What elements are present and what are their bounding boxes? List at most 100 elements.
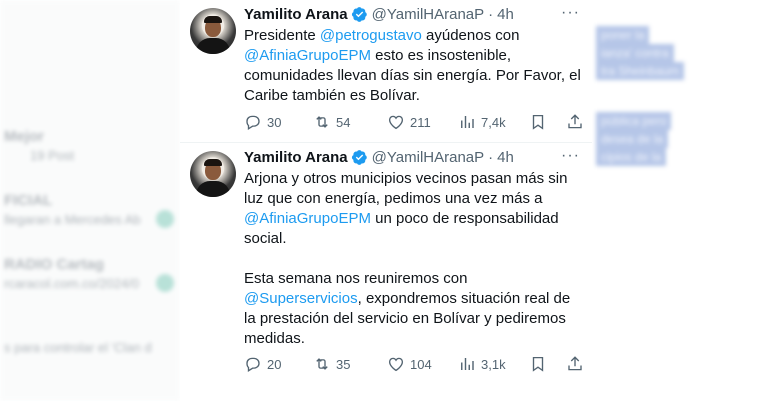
- more-options-icon[interactable]: ···: [561, 4, 580, 22]
- bg-right-text: pública pero: [596, 112, 672, 130]
- bg-left-text: s para controlar el 'Clan d: [4, 340, 152, 355]
- share-icon: [568, 356, 582, 371]
- mention-link[interactable]: @petrogustavo: [320, 27, 422, 44]
- text-segment: comunidades llevan días sin energía. Por…: [244, 67, 581, 84]
- reply-count: 30: [267, 114, 282, 130]
- tweet-text-line: social.: [244, 229, 584, 249]
- blurred-left-panel: Mejor 19 Post FICIAL llegaran a Mercedes…: [0, 0, 180, 401]
- avatar[interactable]: [190, 151, 236, 197]
- reply-icon: [246, 115, 260, 130]
- bg-left-text: 19 Post: [30, 148, 75, 163]
- repost-button[interactable]: 54: [313, 113, 350, 131]
- text-segment: , expondremos situación real de: [357, 290, 571, 307]
- views-count: 3,1k: [481, 356, 506, 372]
- reply-count: 20: [267, 356, 282, 372]
- like-button[interactable]: 211: [387, 113, 431, 131]
- bg-avatar: [156, 210, 174, 228]
- repost-count: 35: [336, 356, 351, 372]
- bg-left-text: Mejor: [4, 128, 45, 145]
- like-icon: [388, 357, 404, 372]
- author-name[interactable]: Yamilito Arana: [244, 149, 348, 166]
- tweet-header: Yamilito Arana @YamilHAranaP · 4h ···: [244, 4, 584, 24]
- bg-right-text: poner la: [596, 26, 650, 44]
- text-segment: un poco de responsabilidad: [370, 210, 559, 227]
- action-bar: 20 35 104 3,1k: [244, 355, 584, 375]
- share-button[interactable]: [566, 113, 584, 131]
- repost-icon: [316, 358, 328, 370]
- text-segment: Caribe también es Bolívar.: [244, 87, 420, 104]
- text-segment: medidas.: [244, 330, 305, 347]
- bg-left-text: FICIAL: [4, 192, 53, 209]
- separator-dot: ·: [488, 5, 494, 23]
- bookmark-icon: [532, 356, 544, 372]
- views-icon: [461, 358, 474, 370]
- repost-button[interactable]: 35: [313, 355, 350, 373]
- verified-badge-icon: [351, 149, 367, 165]
- repost-icon: [316, 116, 328, 128]
- bg-right-text: tra Sheinbaum: [596, 62, 685, 80]
- author-handle[interactable]: @YamilHAranaP: [372, 6, 485, 23]
- more-options-icon[interactable]: ···: [561, 147, 580, 165]
- tweet-text: Arjona y otros municipios vecinos pasan …: [244, 169, 584, 349]
- bg-left-text: llegaran a Mercedes Ab: [4, 212, 141, 227]
- like-button[interactable]: 104: [387, 355, 432, 373]
- tweet-text-line: @AfiniaGrupoEPM esto es insostenible,: [244, 46, 584, 66]
- tweet-text-line: comunidades llevan días sin energía. Por…: [244, 66, 584, 86]
- tweet-text: Presidente @petrogustavo ayúdenos con @Af…: [244, 26, 584, 106]
- views-icon: [461, 116, 474, 128]
- tweet-text-line: Arjona y otros municipios vecinos pasan …: [244, 169, 584, 189]
- like-count: 104: [410, 356, 432, 372]
- mention-link[interactable]: @AfiniaGrupoEPM: [244, 47, 371, 64]
- tweet-text-line: [244, 249, 584, 269]
- author-name[interactable]: Yamilito Arana: [244, 6, 348, 23]
- separator-dot: ·: [488, 148, 494, 166]
- views-count: 7,4k: [481, 114, 506, 130]
- views-button[interactable]: 3,1k: [458, 355, 506, 373]
- like-count: 211: [410, 114, 431, 130]
- text-segment: Arjona y otros municipios vecinos pasan …: [244, 170, 568, 187]
- reply-button[interactable]: 30: [244, 113, 281, 131]
- tweet-text-line: medidas.: [244, 329, 584, 349]
- bg-right-text: ianza' contra: [596, 44, 674, 62]
- share-icon: [568, 114, 582, 129]
- tweet-text-line: @AfiniaGrupoEPM un poco de responsabilid…: [244, 209, 584, 229]
- text-segment: social.: [244, 230, 287, 247]
- mention-link[interactable]: @Superservicios: [244, 290, 358, 307]
- avatar[interactable]: [190, 8, 236, 54]
- tweet-header: Yamilito Arana @YamilHAranaP · 4h ···: [244, 147, 584, 167]
- tweet-text-line: Esta semana nos reuniremos con: [244, 269, 584, 289]
- reply-icon: [246, 357, 260, 372]
- timeline-column: Yamilito Arana @YamilHAranaP · 4h ··· Pr…: [180, 0, 592, 401]
- tweet-text-line: luz que con energía, pedimos una vez más…: [244, 189, 584, 209]
- action-bar: 30 54 211 7,4k: [244, 113, 584, 133]
- tweet-text-line: @Superservicios, expondremos situación r…: [244, 289, 584, 309]
- bg-avatar: [156, 274, 174, 292]
- share-button[interactable]: [566, 355, 584, 373]
- bg-left-text: rcaracol.com.co/2024/0: [4, 276, 140, 291]
- bg-right-text: desea de la: [596, 130, 669, 148]
- tweet[interactable]: Yamilito Arana @YamilHAranaP · 4h ··· Pr…: [180, 0, 592, 143]
- bg-left-text: RADIO Cartag: [4, 256, 105, 273]
- verified-badge-icon: [351, 6, 367, 22]
- tweet-text-line: la prestación del servicio en Bolívar y …: [244, 309, 584, 329]
- text-segment: ayúdenos con: [421, 27, 520, 44]
- views-button[interactable]: 7,4k: [458, 113, 506, 131]
- blurred-right-panel: poner la ianza' contra tra Sheinbaum púb…: [592, 0, 768, 401]
- bookmark-button[interactable]: [529, 355, 547, 373]
- text-segment: Presidente: [244, 27, 320, 44]
- like-icon: [388, 115, 404, 130]
- bg-right-text: cipios de la: [596, 148, 667, 166]
- tweet-text-line: Presidente @petrogustavo ayúdenos con: [244, 26, 584, 46]
- timestamp[interactable]: 4h: [497, 149, 514, 166]
- author-handle[interactable]: @YamilHAranaP: [372, 149, 485, 166]
- text-segment: luz que con energía, pedimos una vez más…: [244, 190, 543, 207]
- text-segment: la prestación del servicio en Bolívar y …: [244, 310, 566, 327]
- mention-link[interactable]: @AfiniaGrupoEPM: [244, 210, 371, 227]
- text-segment: esto es insostenible,: [370, 47, 512, 64]
- timestamp[interactable]: 4h: [497, 6, 514, 23]
- bookmark-icon: [532, 114, 544, 130]
- bookmark-button[interactable]: [529, 113, 547, 131]
- tweet[interactable]: Yamilito Arana @YamilHAranaP · 4h ··· Ar…: [180, 143, 592, 401]
- reply-button[interactable]: 20: [244, 355, 281, 373]
- tweet-text-line: Caribe también es Bolívar.: [244, 86, 584, 106]
